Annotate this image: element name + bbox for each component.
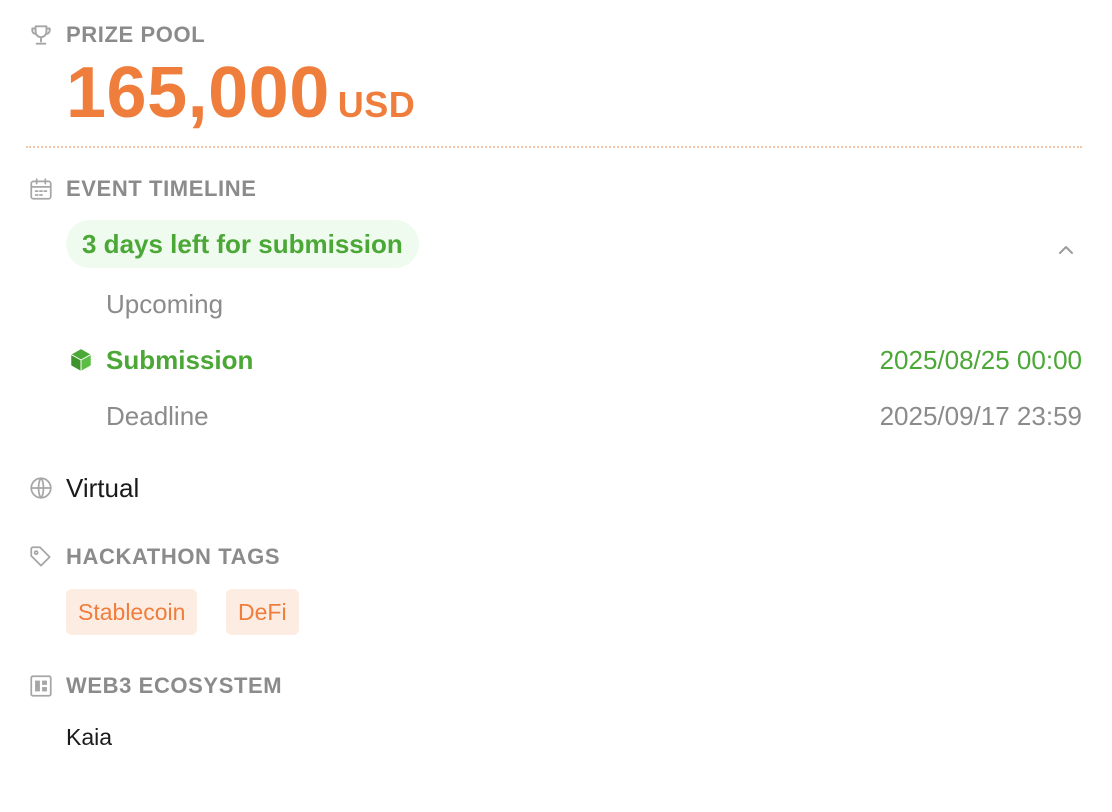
divider	[26, 146, 1082, 148]
timeline-item-deadline: Deadline	[106, 401, 209, 431]
globe-icon	[28, 475, 54, 501]
tag-icon	[28, 544, 54, 570]
chevron-up-icon[interactable]	[1054, 238, 1078, 262]
prize-amount-value: 165,000	[66, 53, 330, 133]
submission-countdown-badge: 3 days left for submission	[66, 220, 419, 268]
hackathon-tags-title: HACKATHON TAGS	[66, 544, 281, 569]
trophy-icon	[28, 22, 54, 48]
prize-currency: USD	[337, 84, 416, 125]
deadline-date: 2025/09/17 23:59	[879, 401, 1082, 431]
cube-icon	[68, 347, 94, 373]
prize-amount: 165,000 USD	[66, 52, 415, 134]
calendar-icon	[28, 176, 54, 202]
location-label: Virtual	[66, 473, 140, 503]
timeline-item-upcoming: Upcoming	[106, 289, 224, 319]
grid-icon	[28, 673, 54, 699]
tag-defi[interactable]: DeFi	[226, 589, 299, 635]
timeline-item-submission: Submission	[106, 345, 254, 375]
submission-date: 2025/08/25 00:00	[879, 345, 1082, 375]
ecosystem-value: Kaia	[66, 724, 113, 750]
web3-ecosystem-title: WEB3 ECOSYSTEM	[66, 673, 283, 698]
prize-pool-title: PRIZE POOL	[66, 22, 206, 47]
event-timeline-title: EVENT TIMELINE	[66, 176, 257, 201]
tag-stablecoin[interactable]: Stablecoin	[66, 589, 198, 635]
